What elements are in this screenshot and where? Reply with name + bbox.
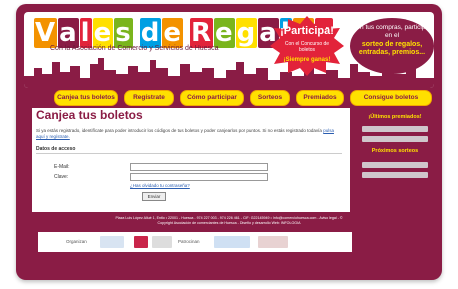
logo-letter: e	[162, 18, 183, 48]
login-panel: Canjea tus boletos Si ya estás registrad…	[32, 108, 350, 212]
header-tagline: Con tus compras, participas en el sorteo…	[350, 16, 434, 78]
burst-title: ¡Participa!	[280, 25, 334, 37]
intro-copy: Si ya estás registrado, identifícate par…	[36, 128, 322, 133]
winners-item[interactable]	[362, 136, 428, 142]
submit-button[interactable]: Enviar	[142, 192, 166, 201]
organizer-logo[interactable]	[100, 236, 124, 248]
forgot-password-link[interactable]: ¿Has olvidado tu contraseña?	[130, 183, 190, 188]
nav-canjea[interactable]: Canjea tus boletos	[54, 90, 118, 106]
logo-letter: d	[139, 18, 162, 48]
footer-text: Plaza Luis López Allué 1, Entlo • 22001 …	[24, 216, 434, 226]
draws-item[interactable]	[362, 162, 428, 168]
logo-letter: R	[189, 18, 214, 48]
section-divider	[36, 153, 342, 154]
organizers-label: Organizan	[66, 239, 87, 244]
next-draws-heading[interactable]: Próximos sorteos	[356, 148, 434, 154]
tagline-text: Con tus compras, participas en el	[351, 24, 433, 39]
nav-premiados[interactable]: Premiados	[296, 90, 344, 106]
sidebar: ¡Últimos premiados! Próximos sorteos	[356, 108, 434, 212]
header-banner: ValesdeRegalos Con la Asociación de Come…	[24, 12, 434, 88]
winners-item[interactable]	[362, 126, 428, 132]
password-label: Clave:	[54, 174, 69, 180]
participa-burst[interactable]: ¡Participa! Con el Concurso de boletos ¡…	[270, 16, 344, 76]
sponsor-logo[interactable]	[258, 236, 288, 248]
logo-letter: e	[214, 18, 235, 48]
logo-subtitle: Con la Asociación de Comercio y Servicio…	[50, 45, 219, 52]
logo-letter: s	[114, 18, 133, 48]
organizer-logo[interactable]	[152, 236, 172, 248]
burst-highlight: ¡Siempre ganas!	[283, 57, 331, 63]
organizer-logo[interactable]	[134, 236, 148, 248]
logo-letter: e	[92, 18, 114, 48]
main-nav: Canjea tus boletos Regístrate Cómo parti…	[24, 90, 434, 106]
draws-item[interactable]	[362, 172, 428, 178]
nav-registrate[interactable]: Regístrate	[124, 90, 174, 106]
nav-consigue-boletos[interactable]: Consigue boletos	[350, 90, 432, 106]
section-title: Datos de acceso	[36, 146, 76, 152]
logo-letter: l	[79, 18, 92, 48]
email-field[interactable]	[130, 163, 268, 171]
intro-text: Si ya estás registrado, identifícate par…	[36, 128, 342, 140]
nav-sorteos[interactable]: Sorteos	[250, 90, 290, 106]
page-frame: ValesdeRegalos Con la Asociación de Come…	[16, 4, 442, 280]
logo-letter: g	[235, 18, 258, 48]
sponsors-label: Patrocinan	[178, 239, 200, 244]
sponsor-logo[interactable]	[214, 236, 250, 248]
footer-copyright: Copyright Asociación de comerciantes de …	[157, 221, 301, 225]
email-label: E-Mail:	[54, 164, 70, 170]
latest-winners-heading[interactable]: ¡Últimos premiados!	[356, 114, 434, 120]
sponsors-bar: Organizan Patrocinan	[38, 232, 352, 252]
password-field[interactable]	[130, 173, 268, 181]
burst-body: Con el Concurso de boletos	[284, 41, 330, 53]
page-title: Canjea tus boletos	[36, 108, 143, 122]
nav-como-participar[interactable]: Cómo participar	[180, 90, 244, 106]
logo-letter: V	[34, 18, 58, 48]
logo-letter: a	[58, 18, 79, 48]
tagline-highlight: sorteo de regalos, entradas, premios...	[358, 41, 426, 56]
